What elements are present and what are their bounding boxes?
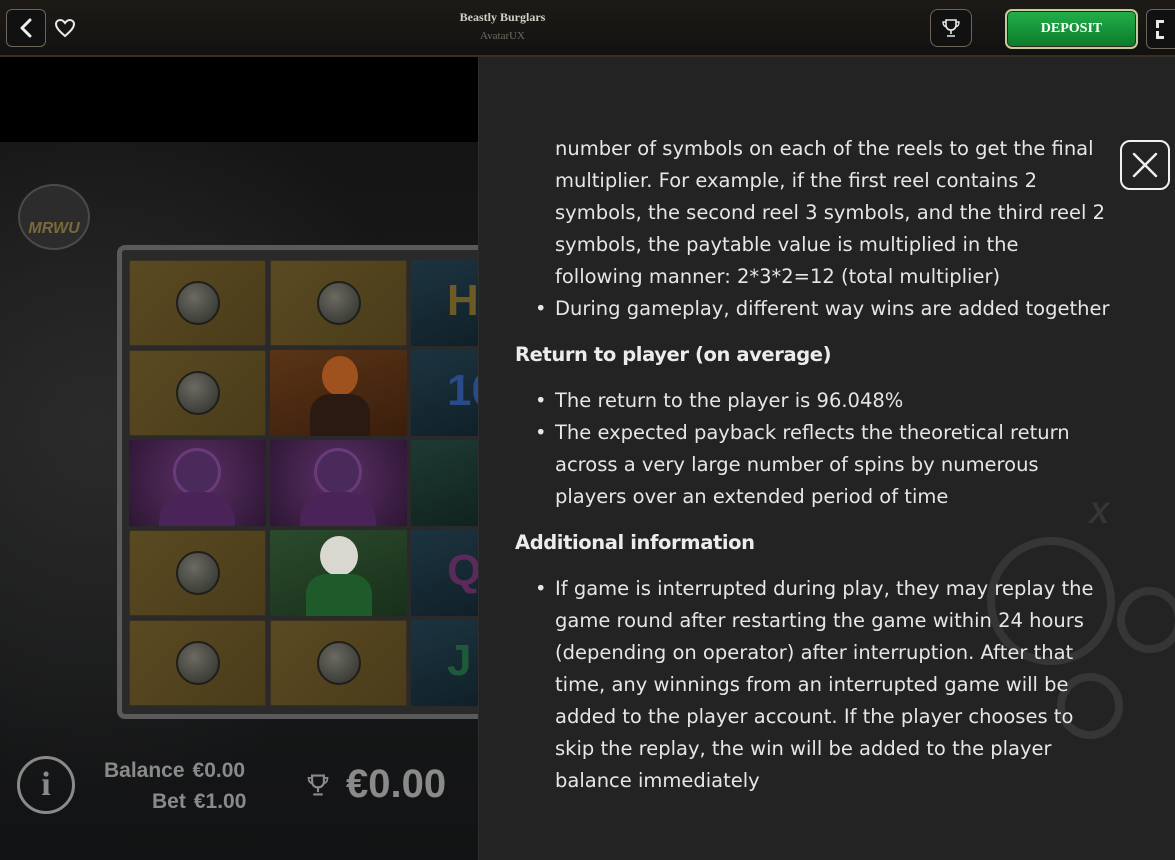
- letter-symbol: J: [411, 620, 481, 706]
- vault-symbol: [129, 530, 266, 616]
- vault-symbol: [270, 260, 407, 346]
- raccoon-gunner-symbol: [270, 530, 407, 616]
- win-amount: €0.00: [346, 762, 447, 806]
- close-icon: [1132, 152, 1158, 178]
- game-info-panel[interactable]: X number of symbols on each of the reels…: [478, 57, 1175, 860]
- info-paragraph-line: symbols, the second reel 3 symbols, and …: [555, 201, 1106, 224]
- fox-head-icon: [322, 356, 358, 396]
- chevron-left-icon: [20, 18, 32, 38]
- tournaments-button[interactable]: [930, 9, 972, 47]
- reels-grid: H 10 Q J: [117, 245, 481, 719]
- rtp-bullet-list: The return to the player is 96.048% The …: [515, 385, 1115, 513]
- fullscreen-button[interactable]: [1146, 9, 1175, 49]
- info-button[interactable]: i: [17, 756, 75, 814]
- heart-icon: [54, 18, 76, 38]
- additional-bullet-list: If game is interrupted during play, they…: [515, 573, 1115, 797]
- game-provider: AvatarUX: [480, 30, 525, 42]
- letter-symbol: H: [411, 260, 481, 346]
- hooded-figure-icon: [314, 448, 362, 496]
- letter-symbol: Q: [411, 530, 481, 616]
- white-haired-figure-icon: [320, 536, 358, 576]
- info-paragraph-line: following manner: 2*3*2=12 (total multip…: [555, 265, 1001, 288]
- vault-symbol: [129, 350, 266, 436]
- game-title-block: Beastly Burglars AvatarUX: [400, 10, 605, 42]
- deposit-button[interactable]: DEPOSIT: [1005, 9, 1138, 49]
- info-paragraph-line: multiplier. For example, if the first re…: [555, 169, 1037, 192]
- list-item: During gameplay, different way wins are …: [535, 293, 1115, 325]
- vault-knob-icon: [175, 281, 220, 325]
- hacker-cat-symbol: [129, 440, 266, 526]
- balance-value: €0.00: [192, 759, 246, 782]
- list-item: The return to the player is 96.048%: [535, 385, 1115, 417]
- trophy-icon: [942, 19, 960, 37]
- section-heading-rtp: Return to player (on average): [515, 343, 832, 366]
- balance-display: Balance €0.00: [104, 759, 245, 783]
- bet-value: €1.00: [193, 790, 247, 813]
- back-button[interactable]: [6, 9, 46, 47]
- section-heading-additional: Additional information: [515, 531, 755, 554]
- info-paragraph-line: symbols, the paytable value is multiplie…: [555, 233, 1019, 256]
- hooded-figure-icon: [173, 448, 221, 496]
- bet-display[interactable]: Bet €1.00: [152, 790, 246, 814]
- close-button[interactable]: [1120, 140, 1170, 190]
- top-bar: Beastly Burglars AvatarUX DEPOSIT: [0, 0, 1175, 57]
- monkey-symbol: [411, 440, 481, 526]
- vault-symbol: [129, 620, 266, 706]
- vault-knob-icon: [175, 551, 220, 595]
- vault-symbol: [270, 620, 407, 706]
- favorite-button[interactable]: [52, 15, 78, 41]
- logo-text: MRWU: [28, 220, 80, 237]
- list-item: The expected payback reflects the theore…: [535, 417, 1115, 513]
- vault-knob-icon: [316, 641, 361, 685]
- game-title: Beastly Burglars: [459, 10, 546, 24]
- vault-knob-icon: [175, 641, 220, 685]
- vault-knob-icon: [175, 371, 220, 415]
- info-content: number of symbols on each of the reels t…: [515, 133, 1115, 797]
- info-paragraph-line: number of symbols on each of the reels t…: [555, 137, 1094, 160]
- win-trophy-icon: [307, 774, 329, 796]
- hacker-cat-symbol: [270, 440, 407, 526]
- fox-burglar-symbol: [270, 350, 407, 436]
- letter-symbol: 10: [411, 350, 481, 436]
- list-item: If game is interrupted during play, they…: [535, 573, 1115, 797]
- vault-symbol: [129, 260, 266, 346]
- game-canvas[interactable]: MRWU H 10 Q J i: [0, 142, 481, 860]
- info-icon: i: [41, 766, 51, 803]
- vault-knob-icon: [316, 281, 361, 325]
- mrwu-originals-logo: MRWU: [18, 184, 90, 250]
- balance-label: Balance: [104, 759, 185, 782]
- info-bullet-list: During gameplay, different way wins are …: [515, 293, 1115, 325]
- bet-label: Bet: [152, 790, 186, 813]
